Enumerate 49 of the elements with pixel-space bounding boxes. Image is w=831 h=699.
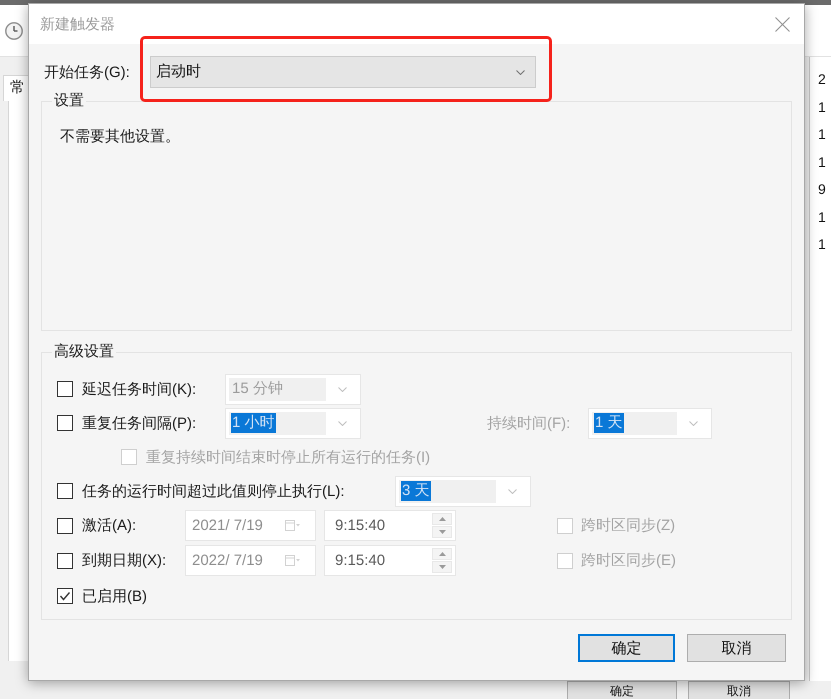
checkbox[interactable] [57,552,73,568]
down-triangle-icon [438,565,446,569]
dialog-title: 新建触发器 [40,14,115,34]
selected-text: 1 小时 [231,413,276,433]
close-icon [775,16,790,32]
table-cell-text: 1 [817,125,827,144]
chevron-down-icon [338,420,347,426]
table-cell-text: 2 [817,70,827,89]
field-label: 开始任务(G): [44,62,131,82]
checkbox[interactable] [57,483,73,499]
checkbox-label: 已启用(B) [82,586,147,606]
table-cell-text: 1 [817,235,827,254]
up-triangle-icon [438,517,446,521]
table-cell-text: 1 [817,208,827,226]
ok-button[interactable]: 确定 [578,634,675,662]
group-title: 设置 [53,91,85,111]
checkbox[interactable] [57,381,73,397]
table-cell-text: 9 [817,180,827,199]
ok-button[interactable]: 确定 [567,681,677,699]
clock-icon[interactable] [5,22,23,40]
cancel-button[interactable]: 取消 [687,634,786,662]
close-button[interactable] [775,16,790,32]
field-label: 持续时间(F): [487,414,572,432]
checkbox-label: 跨时区同步(E) [581,551,676,570]
table-cell-text: 1 [817,98,827,116]
tab[interactable]: 常 [3,75,28,101]
table-cell-text: 1 [817,152,827,172]
checkbox[interactable] [57,588,73,604]
checkbox-label: 跨时区同步(Z) [581,516,676,535]
chevron-down-icon [338,386,347,392]
group-title: 高级设置 [53,342,115,362]
dropdown[interactable]: 启动时 [150,56,536,88]
checkbox-label: 激活(A): [82,516,138,535]
checkbox[interactable] [57,415,73,431]
chevron-down-icon [508,488,517,494]
checkbox-label: 延迟任务时间(K): [82,380,198,398]
up-triangle-icon [438,552,446,556]
chevron-down-icon [689,420,698,426]
checkbox[interactable] [57,518,73,534]
chevron-down-icon [516,70,525,74]
down-triangle-icon [438,530,446,534]
checkbox-label: 重复任务间隔(P): [82,414,198,432]
selected-text: 3 天 [401,481,431,501]
checkbox-label: 重复持续时间结束时停止所有运行的任务(I) [146,448,430,466]
settings-message: 不需要其他设置。 [60,127,181,147]
checkbox-label: 任务的运行时间超过此值则停止执行(L): [82,482,346,500]
cancel-button[interactable]: 取消 [688,681,790,699]
selected-text: 1 天 [594,413,624,433]
checkbox-label: 到期日期(X): [82,551,168,570]
